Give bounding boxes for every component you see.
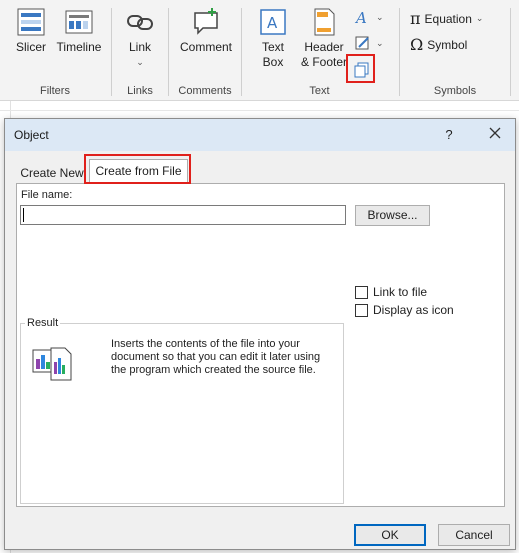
ok-button[interactable]: OK	[354, 524, 426, 546]
symbols-group: π Equation ⌄ Ω Symbol Symbols	[400, 0, 510, 101]
comment-button[interactable]: Comment	[177, 6, 235, 55]
display-as-icon-label: Display as icon	[373, 303, 454, 317]
comments-group: Comment Comments	[169, 0, 241, 101]
ribbon: Slicer Timeline Filters Link ⌄ Links Com…	[0, 0, 519, 101]
filters-group: Slicer Timeline Filters	[0, 0, 110, 101]
slicer-button[interactable]: Slicer	[12, 6, 50, 55]
text-box-button[interactable]: A Text Box	[254, 6, 292, 70]
file-name-label: File name:	[21, 189, 73, 201]
text-box-icon: A	[260, 9, 286, 35]
text-caret	[23, 208, 24, 222]
close-button[interactable]	[483, 125, 507, 145]
dialog-titlebar: Object ?	[5, 119, 515, 151]
slicer-icon	[17, 8, 45, 36]
signature-line-button[interactable]: ⌄	[354, 34, 384, 52]
svg-text:A: A	[354, 9, 367, 26]
tab-create-new[interactable]: Create New	[16, 162, 88, 184]
display-as-icon-checkbox[interactable]: Display as icon	[355, 303, 454, 317]
links-group-label: Links	[127, 85, 153, 97]
create-from-file-panel: File name: Browse... Link to file Displa…	[16, 183, 505, 507]
gridline	[0, 110, 519, 111]
browse-button[interactable]: Browse...	[355, 205, 430, 226]
checkbox-box[interactable]	[355, 285, 368, 299]
link-button[interactable]: Link ⌄	[120, 6, 160, 70]
wordart-icon: A	[354, 9, 367, 26]
insert-file-icon	[32, 347, 72, 381]
text-group-label: Text	[309, 85, 330, 97]
object-dialog: Object ? Create New Create from File Fil…	[4, 118, 516, 550]
timeline-icon	[65, 10, 93, 34]
text-group: A Text Box Header & Footer A ⌄ ⌄ Text	[242, 0, 397, 101]
object-icon	[354, 62, 369, 78]
timeline-button[interactable]: Timeline	[54, 6, 104, 55]
equation-button[interactable]: π Equation ⌄	[410, 9, 483, 28]
separator	[510, 8, 511, 96]
result-label: Result	[25, 317, 61, 329]
symbols-group-label: Symbols	[433, 85, 477, 97]
symbol-button[interactable]: Ω Symbol	[410, 35, 467, 54]
link-icon	[127, 15, 153, 30]
wordart-button[interactable]: A ⌄	[354, 8, 384, 26]
file-name-input[interactable]	[20, 205, 346, 225]
comments-group-label: Comments	[178, 85, 232, 97]
chevron-down-icon: ⌄	[376, 37, 384, 48]
dialog-title: Object	[14, 128, 49, 142]
cancel-button[interactable]: Cancel	[438, 524, 510, 546]
close-icon	[489, 127, 501, 139]
omega-icon: Ω	[410, 35, 424, 54]
chevron-down-icon: ⌄	[376, 11, 384, 22]
help-button[interactable]: ?	[437, 125, 461, 145]
link-to-file-label: Link to file	[373, 285, 428, 299]
header-footer-icon	[314, 8, 335, 36]
chevron-down-icon: ⌄	[136, 57, 144, 67]
svg-text:A: A	[267, 14, 278, 32]
comment-icon	[194, 8, 218, 35]
links-group: Link ⌄ Links	[112, 0, 168, 101]
filters-group-label: Filters	[40, 85, 70, 97]
link-to-file-checkbox[interactable]: Link to file	[355, 285, 427, 299]
tab-create-from-file[interactable]: Create from File	[89, 159, 188, 183]
pi-icon: π	[410, 9, 421, 28]
checkbox-box[interactable]	[355, 303, 368, 317]
result-description: Inserts the contents of the file into yo…	[111, 338, 321, 376]
header-footer-button[interactable]: Header & Footer	[296, 6, 352, 70]
chevron-down-icon: ⌄	[475, 13, 484, 23]
object-button[interactable]	[353, 61, 371, 79]
result-group: Result Inserts the contents of the file …	[20, 317, 344, 504]
signature-line-icon	[355, 36, 369, 50]
